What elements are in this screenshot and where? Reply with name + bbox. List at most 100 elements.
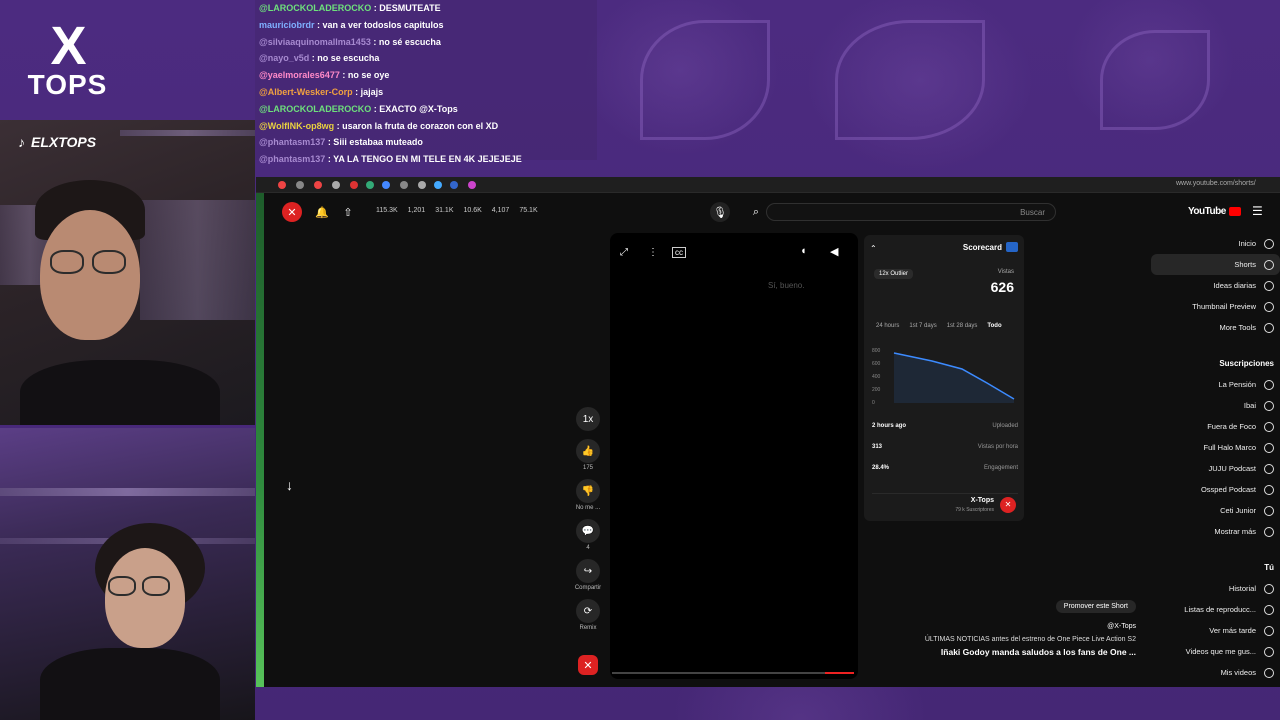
scorecard-row: 313 Vistas por hora — [872, 444, 1018, 450]
search-input[interactable]: Buscar — [766, 203, 1056, 221]
sidebar-item[interactable]: Listas de reproducc... — [1151, 599, 1280, 620]
scorecard-tab[interactable]: 1st 28 days — [947, 323, 978, 329]
chat-username: @phantasm137 — [259, 154, 326, 165]
notifications-icon[interactable]: 🔔 — [312, 202, 332, 222]
video-title-line-1: ÚLTIMAS NOTICIAS antes del estreno de On… — [924, 636, 1136, 643]
sidebar-item-icon — [1264, 484, 1274, 495]
browser-screen-capture: www.youtube.com/shorts/ ✕ 🔔 ⇧ 115.3K 1,20… — [256, 177, 1280, 687]
progress-fill — [824, 672, 854, 674]
sidebar-item-label: Inicio — [1238, 239, 1256, 248]
y-tick-label: 0 — [872, 400, 875, 406]
leaf-decoration — [835, 20, 985, 140]
chat-text: : usaron la fruta de corazon con el XD — [334, 120, 499, 131]
progress-track[interactable] — [612, 672, 854, 674]
play-icon[interactable]: ◀ — [830, 245, 838, 258]
short-action-button[interactable]: 👎 No me ... — [574, 479, 602, 511]
sidebar-item[interactable]: Ver más tarde — [1151, 620, 1280, 641]
captions-icon[interactable]: cc — [672, 247, 686, 258]
promote-button[interactable]: Promover este Short — [1055, 600, 1136, 613]
webcam-host-2 — [0, 428, 255, 720]
sidebar-item[interactable]: Videos que me gus... — [1151, 641, 1280, 662]
sidebar-item-icon — [1264, 379, 1274, 390]
chat-text: : van a ver todoslos capitulos — [314, 19, 444, 30]
sidebar-item-label: Mostrar más — [1214, 527, 1256, 536]
account-avatar[interactable]: ✕ — [282, 202, 302, 222]
browser-tab-bar[interactable]: www.youtube.com/shorts/ — [256, 177, 1280, 193]
sidebar-item-icon — [1264, 505, 1274, 516]
sidebar-item-icon — [1264, 667, 1274, 678]
channel-avatar[interactable]: ✕ — [578, 655, 598, 675]
chat-message: @LAROCKOLADEROCKO : DESMUTEATE — [259, 0, 597, 17]
chat-text: : jajajs — [352, 86, 384, 97]
address-bar[interactable]: www.youtube.com/shorts/ — [1176, 180, 1256, 187]
scorecard-icon — [1006, 242, 1018, 252]
search-icon[interactable]: ⌕ — [746, 202, 766, 222]
microphone-icon[interactable]: 🎙 — [710, 202, 730, 222]
more-options-icon[interactable]: ⋮ — [648, 247, 658, 258]
menu-icon[interactable]: ☰ — [1252, 204, 1263, 218]
short-video-player[interactable]: ⤢ ⋮ cc ◖ ◀ Sí, bueno. — [610, 233, 858, 679]
short-action-button[interactable]: 1x — [574, 407, 602, 431]
scorecard-tab[interactable]: Todo — [987, 323, 1001, 329]
scorecard-panel: Scorecard ⌃ 12x Outlier Vistas 626 24 ho… — [864, 235, 1024, 521]
chat-message: @silviaaquinomallma1453 : no sé escucha — [259, 34, 597, 51]
chat-message: @phantasm137 : YA LA TENGO EN MI TELE EN… — [259, 151, 597, 168]
sidebar-item-label: More Tools — [1219, 323, 1256, 332]
sidebar-item-label: Ossped Podcast — [1200, 485, 1256, 494]
stat-value: 75.1K — [519, 207, 538, 214]
sidebar-item[interactable]: Historial — [1151, 578, 1280, 599]
short-action-button[interactable]: 💬 4 — [574, 519, 602, 551]
sidebar-item[interactable]: Ceti Junior — [1151, 500, 1280, 521]
action-icon: 💬 — [576, 519, 600, 543]
youtube-logo[interactable]: YouTube — [1188, 206, 1241, 217]
video-title-line-2[interactable]: Iñaki Godoy manda saludos a los fans de … — [896, 647, 1136, 657]
webcam-host-1 — [0, 120, 255, 425]
short-action-button[interactable]: ⟳ Remix — [574, 599, 602, 631]
channel-name[interactable]: @X-Tops — [896, 623, 1136, 630]
scorecard-tab[interactable]: 1st 7 days — [909, 323, 936, 329]
stat-value: 4,107 — [491, 207, 510, 214]
stat-value: 1,201 — [407, 207, 426, 214]
action-icon: 👍 — [576, 439, 600, 463]
sidebar-item[interactable]: Shorts — [1151, 254, 1280, 275]
sidebar-item-label: Fuera de Foco — [1207, 422, 1256, 431]
sidebar-item[interactable]: Ideas diarias — [1151, 275, 1280, 296]
sidebar-item[interactable]: Mis videos — [1151, 662, 1280, 683]
sidebar-item[interactable]: Fuera de Foco — [1151, 416, 1280, 437]
sidebar-item[interactable]: JUJU Podcast — [1151, 458, 1280, 479]
collapse-icon[interactable]: ⌃ — [870, 244, 877, 253]
sidebar-item[interactable]: Inicio — [1151, 233, 1280, 254]
action-label: No me ... — [575, 505, 601, 511]
sidebar-section-header[interactable]: Tú — [1151, 556, 1280, 578]
chat-message: @phantasm137 : Siii estabaa muteado — [259, 134, 597, 151]
youtube-sidebar: Inicio Shorts Ideas diarias Thumbnail Previ… — [1151, 233, 1280, 683]
volume-icon[interactable]: ◖ — [800, 245, 807, 257]
sidebar-item-icon — [1264, 280, 1274, 291]
short-action-button[interactable]: ↪ Compartir — [574, 559, 602, 591]
scorecard-tab[interactable]: 24 hours — [876, 323, 899, 329]
chat-text: : DESMUTEATE — [371, 3, 441, 13]
fullscreen-icon[interactable]: ⤢ — [620, 247, 628, 258]
sidebar-item[interactable]: More Tools — [1151, 317, 1280, 338]
y-tick-label: 200 — [872, 387, 881, 393]
sidebar-item[interactable]: Mostrar más — [1151, 521, 1280, 542]
sidebar-item-icon — [1264, 238, 1274, 249]
action-label: 4 — [586, 545, 590, 551]
sidebar-item[interactable]: La Pensión — [1151, 374, 1280, 395]
next-short-arrow-icon[interactable]: ↓ — [286, 477, 293, 493]
chat-username: @LAROCKOLADEROCKO — [259, 3, 372, 13]
sidebar-section-header[interactable]: Suscripciones — [1151, 352, 1280, 374]
chat-message: @nayo_v5d : no se escucha — [259, 50, 597, 67]
outlier-badge: 12x Outlier — [874, 269, 914, 279]
stat-value: 10.6K — [463, 207, 482, 214]
leaf-decoration — [640, 20, 770, 140]
scorecard-row: 2 hours ago Uploaded — [872, 423, 1018, 429]
sidebar-item[interactable]: Thumbnail Preview — [1151, 296, 1280, 317]
sidebar-item[interactable]: Ossped Podcast — [1151, 479, 1280, 500]
sidebar-item[interactable]: Full Halo Marco — [1151, 437, 1280, 458]
short-action-button[interactable]: 👍 175 — [574, 439, 602, 471]
upload-icon[interactable]: ⇧ — [338, 202, 358, 222]
sidebar-item[interactable]: Ibai — [1151, 395, 1280, 416]
chat-username: @LAROCKOLADEROCKO — [259, 103, 372, 114]
views-line-chart — [893, 352, 1015, 403]
